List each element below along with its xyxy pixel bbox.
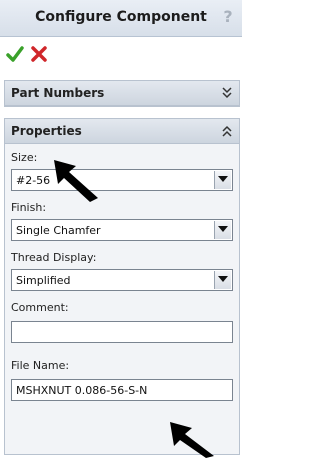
properties-section: Properties Size: #2-56 Finish: Single Ch… bbox=[4, 118, 240, 455]
finish-dropdown-arrow[interactable] bbox=[214, 221, 231, 239]
ok-button[interactable] bbox=[6, 45, 24, 63]
comment-field[interactable] bbox=[11, 321, 233, 343]
checkmark-icon bbox=[6, 46, 24, 62]
help-icon[interactable]: ? bbox=[220, 7, 236, 26]
finish-dropdown[interactable]: Single Chamfer bbox=[11, 219, 233, 241]
size-dropdown[interactable]: #2-56 bbox=[11, 169, 233, 191]
finish-value: Single Chamfer bbox=[16, 224, 101, 237]
dropdown-arrow-icon bbox=[218, 176, 228, 182]
properties-title: Properties bbox=[11, 124, 82, 138]
part-numbers-title: Part Numbers bbox=[11, 86, 105, 100]
callout-arrow-icon bbox=[170, 422, 214, 458]
dropdown-arrow-icon bbox=[218, 226, 228, 232]
x-icon bbox=[31, 46, 47, 62]
part-numbers-header[interactable]: Part Numbers bbox=[5, 81, 239, 106]
panel-title: Configure Component bbox=[35, 9, 207, 25]
part-numbers-section: Part Numbers bbox=[4, 80, 240, 107]
configure-component-panel: Configure Component ? Part Numbers Prope… bbox=[0, 0, 242, 458]
size-value: #2-56 bbox=[16, 174, 51, 187]
file-name-field[interactable]: MSHXNUT 0.086-56-S-N bbox=[11, 379, 233, 401]
thread-display-label: Thread Display: bbox=[11, 251, 97, 264]
thread-display-value: Simplified bbox=[16, 274, 71, 287]
cancel-button[interactable] bbox=[30, 45, 48, 63]
file-name-label: File Name: bbox=[11, 359, 70, 372]
thread-display-dropdown[interactable]: Simplified bbox=[11, 269, 233, 291]
finish-label: Finish: bbox=[11, 201, 47, 214]
properties-header[interactable]: Properties bbox=[5, 119, 239, 144]
file-name-value: MSHXNUT 0.086-56-S-N bbox=[16, 384, 148, 397]
double-chevron-down-icon[interactable] bbox=[221, 86, 233, 100]
callout-arrow-icon bbox=[54, 160, 98, 202]
panel-header: Configure Component ? bbox=[0, 0, 242, 37]
action-row bbox=[0, 37, 242, 71]
size-label: Size: bbox=[11, 151, 38, 164]
size-dropdown-arrow[interactable] bbox=[214, 171, 231, 189]
comment-label: Comment: bbox=[11, 301, 69, 314]
double-chevron-up-icon[interactable] bbox=[221, 124, 233, 138]
dropdown-arrow-icon bbox=[218, 276, 228, 282]
thread-display-dropdown-arrow[interactable] bbox=[214, 271, 231, 289]
